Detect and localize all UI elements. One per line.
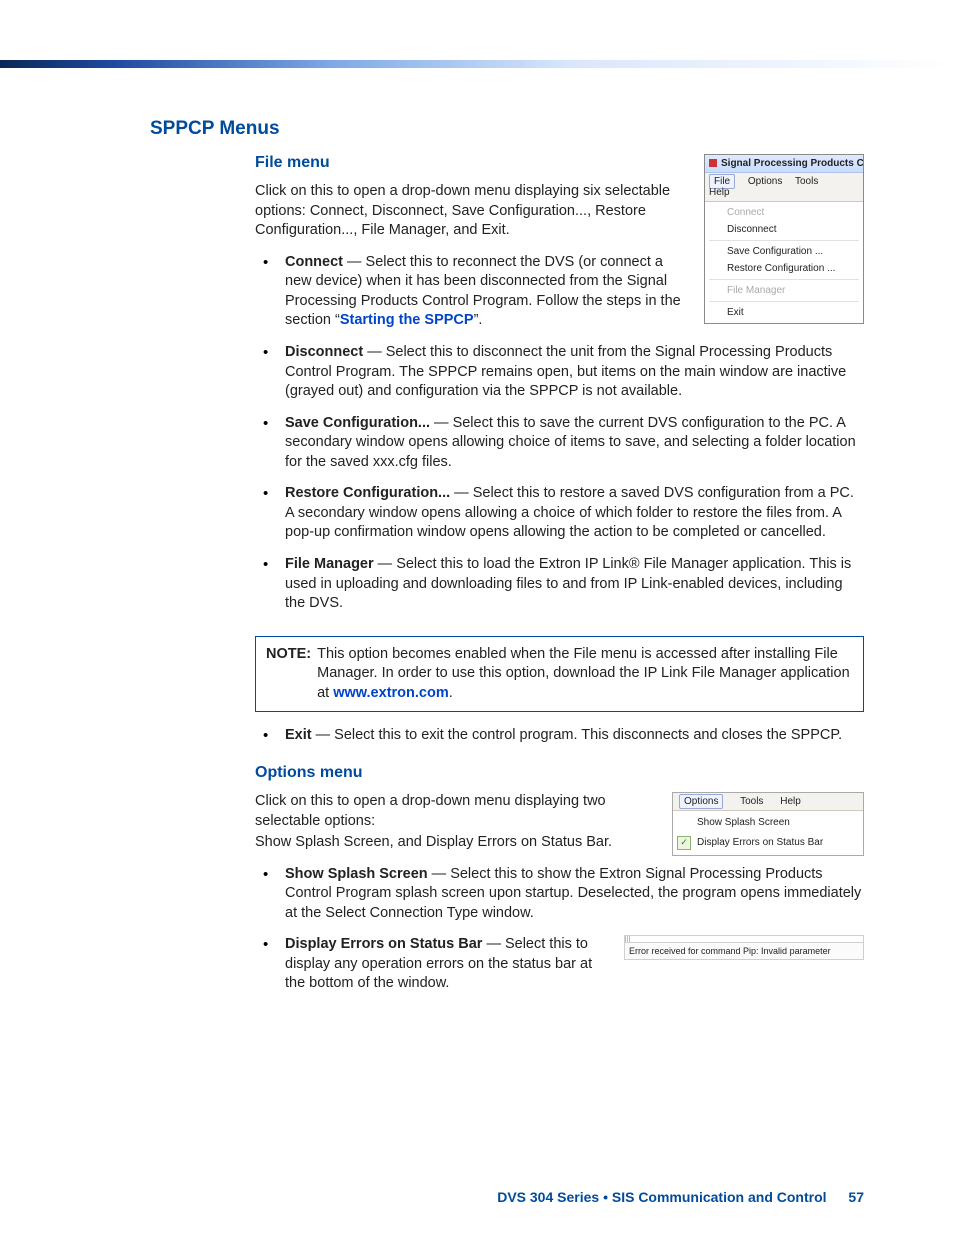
menubar-tools[interactable]: Tools	[740, 796, 763, 807]
footer-text: DVS 304 Series • SIS Communication and C…	[497, 1189, 826, 1205]
figure-status-bar: Error received for command Pip: Invalid …	[624, 935, 864, 960]
app-icon	[709, 159, 717, 167]
options-menu-heading: Options menu	[255, 764, 864, 782]
list-item: Connect — Select this to reconnect the D…	[255, 253, 864, 331]
menubar-help[interactable]: Help	[780, 796, 801, 807]
list-item: Show Splash Screen — Select this to show…	[255, 865, 864, 924]
list-item: File Manager — Select this to load the E…	[255, 555, 864, 614]
menu-item: Connect	[705, 204, 863, 221]
page-number: 57	[848, 1189, 864, 1205]
link-extron[interactable]: www.extron.com	[333, 685, 448, 701]
note-text: This option becomes enabled when the Fil…	[317, 645, 853, 704]
figure-window-title: Signal Processing Products Con	[705, 155, 863, 173]
term-disconnect: Disconnect	[285, 344, 363, 360]
term-file-manager: File Manager	[285, 556, 374, 572]
list-item: Restore Configuration... — Select this t…	[255, 484, 864, 543]
file-menu-list-2: Exit — Select this to exit the control p…	[255, 726, 864, 746]
check-icon: ✓	[677, 836, 691, 850]
options-menu-intro-2: Show Splash Screen, and Display Errors o…	[255, 833, 685, 853]
menubar-options[interactable]: Options	[679, 794, 723, 809]
file-menu-list: Connect — Select this to reconnect the D…	[255, 253, 864, 626]
term-show-splash: Show Splash Screen	[285, 866, 428, 882]
figure-options-menu: Options Tools Help ✓ Show Splash Screen …	[672, 792, 864, 856]
term-restore-config: Restore Configuration...	[285, 485, 450, 501]
text: — Select this to exit the control progra…	[312, 727, 843, 743]
list-item: Exit — Select this to exit the control p…	[255, 726, 864, 746]
text: — Select this to disconnect the unit fro…	[285, 344, 846, 399]
menu-item[interactable]: ✓ Show Splash Screen	[673, 813, 863, 833]
figure-options-dropdown: ✓ Show Splash Screen ✓ Display Errors on…	[673, 811, 863, 855]
file-menu-intro: Click on this to open a drop-down menu d…	[255, 182, 685, 241]
figure-menubar: Options Tools Help	[673, 793, 863, 811]
menubar-help[interactable]: Help	[709, 187, 730, 198]
menu-item-label: Display Errors on Status Bar	[697, 837, 823, 848]
page-footer: DVS 304 Series • SIS Communication and C…	[497, 1189, 864, 1205]
section-heading: SPPCP Menus	[150, 118, 864, 140]
menubar-tools[interactable]: Tools	[795, 176, 818, 187]
options-menu-list: Show Splash Screen — Select this to show…	[255, 865, 864, 994]
list-item: Disconnect — Select this to disconnect t…	[255, 343, 864, 402]
link-starting-sppcp[interactable]: Starting the SPPCP	[340, 312, 474, 328]
menu-item-label: Show Splash Screen	[697, 817, 790, 828]
note-label: NOTE:	[266, 645, 311, 704]
menu-item[interactable]: ✓ Display Errors on Status Bar	[673, 833, 863, 853]
options-menu-intro-1: Click on this to open a drop-down menu d…	[255, 792, 685, 831]
figure-menubar: File Options Tools Help	[705, 173, 863, 202]
figure-window-title-text: Signal Processing Products Con	[721, 158, 863, 169]
text: ”.	[474, 312, 483, 328]
list-item: Save Configuration... — Select this to s…	[255, 414, 864, 473]
note-box: NOTE: This option becomes enabled when t…	[255, 636, 864, 713]
term-display-errors: Display Errors on Status Bar	[285, 936, 482, 952]
menu-item[interactable]: Disconnect	[705, 221, 863, 238]
term-connect: Connect	[285, 254, 343, 270]
term-exit: Exit	[285, 727, 312, 743]
list-item: Error received for command Pip: Invalid …	[255, 935, 864, 994]
menubar-options[interactable]: Options	[748, 176, 782, 187]
term-save-config: Save Configuration...	[285, 415, 430, 431]
status-bar-text: Error received for command Pip: Invalid …	[624, 942, 864, 960]
text: .	[449, 685, 453, 701]
